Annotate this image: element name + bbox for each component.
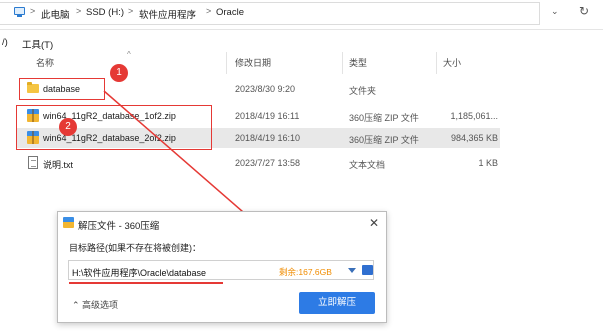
chevron-down-icon[interactable] (348, 268, 356, 273)
extract-dialog: 解压文件 - 360压缩 ✕ 目标路径(如果不存在将被创建)： H:\软件应用程… (57, 211, 387, 323)
column-divider[interactable] (436, 52, 437, 74)
menu-bar: /) 工具(T) (0, 32, 603, 51)
column-divider[interactable] (342, 52, 343, 74)
annotation-badge-2: 2 (59, 118, 77, 136)
text-file-icon (28, 156, 38, 169)
breadcrumb-this-pc[interactable]: 此电脑 (41, 7, 70, 21)
breadcrumb-oracle[interactable]: Oracle (216, 7, 244, 18)
file-type: 文本文档 (349, 160, 386, 170)
target-path-label: 目标路径(如果不存在将被创建)： (69, 243, 201, 253)
dialog-title: 解压文件 - 360压缩 (78, 221, 160, 232)
menu-item-tools[interactable]: 工具(T) (22, 37, 53, 51)
column-header-modified[interactable]: 修改日期 (235, 56, 271, 70)
sort-up-icon: ^ (127, 50, 131, 59)
archive-app-icon (63, 217, 74, 228)
file-modified: 2023/8/30 9:20 (235, 84, 296, 94)
advanced-options-toggle[interactable]: ⌃ 高级选项 (72, 298, 118, 311)
file-modified: 2023/7/27 13:58 (235, 158, 301, 168)
file-type: 文件夹 (349, 86, 377, 96)
column-header-name[interactable]: 名称 (36, 56, 54, 70)
address-bar-area: > 此电脑 > SSD (H:) > 软件应用程序 > Oracle ⌄ ↻ (0, 0, 603, 30)
breadcrumb-software[interactable]: 软件应用程序 (139, 7, 196, 21)
breadcrumb-separator-icon: > (206, 6, 212, 16)
file-size: 1 KB (478, 158, 498, 168)
file-size: 1,185,061... (450, 111, 498, 121)
breadcrumb-separator-icon: > (128, 6, 134, 16)
computer-icon (14, 7, 25, 17)
target-path-input[interactable]: H:\软件应用程序\Oracle\database 剩余:167.6GB (68, 260, 374, 280)
menu-item-view[interactable]: /) (2, 37, 8, 48)
column-header-size[interactable]: 大小 (443, 56, 461, 70)
chevron-down-icon[interactable]: ⌄ (551, 6, 559, 17)
file-size: 984,365 KB (450, 133, 498, 143)
breadcrumb-separator-icon: > (76, 6, 82, 16)
folder-browse-icon[interactable] (362, 265, 373, 275)
file-name: 说明.txt (43, 160, 74, 170)
annotation-box-database (19, 78, 105, 100)
close-icon[interactable]: ✕ (369, 216, 379, 230)
file-row-readme[interactable]: 说明.txt 2023/7/27 13:58 文本文档 1 KB (16, 153, 500, 173)
column-header-type[interactable]: 类型 (349, 56, 367, 70)
annotation-box-zips (16, 105, 212, 150)
breadcrumb-separator-icon: > (30, 6, 36, 16)
explorer-window: > 此电脑 > SSD (H:) > 软件应用程序 > Oracle ⌄ ↻ /… (0, 0, 603, 331)
refresh-icon[interactable]: ↻ (579, 4, 589, 18)
column-divider[interactable] (226, 52, 227, 74)
file-type: 360压缩 ZIP 文件 (349, 135, 419, 145)
file-modified: 2018/4/19 16:11 (235, 111, 300, 121)
annotation-underline (69, 282, 223, 284)
file-modified: 2018/4/19 16:10 (235, 133, 301, 143)
breadcrumb-ssd[interactable]: SSD (H:) (86, 7, 124, 18)
target-path-value: H:\软件应用程序\Oracle\database (72, 268, 207, 278)
annotation-badge-1: 1 (110, 64, 128, 82)
file-type: 360压缩 ZIP 文件 (349, 113, 419, 123)
free-space-label: 剩余:167.6GB (279, 267, 332, 277)
extract-now-button[interactable]: 立即解压 (299, 292, 375, 314)
